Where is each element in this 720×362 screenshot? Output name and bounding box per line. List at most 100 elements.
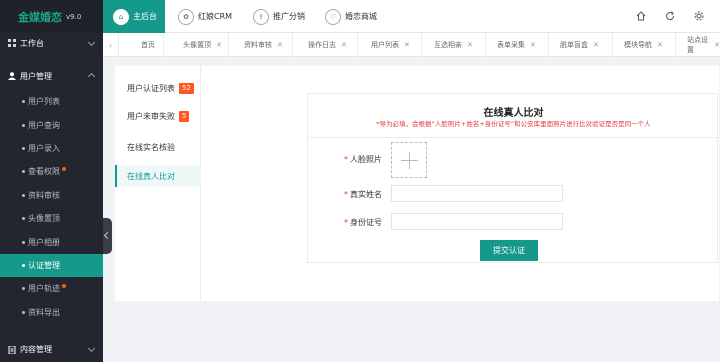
header-tab-main[interactable]: ⌂ 主后台 [103, 0, 165, 33]
home-button[interactable] [634, 9, 648, 23]
form-subtitle: *导为必填，会根据“人脸照片+姓名+身份证号”和公安库里面照片进行比对验证是否是… [376, 120, 651, 128]
tab-avatar-top[interactable]: 头像置顶 ✕ [164, 33, 229, 57]
sidebar-item-user-trace[interactable]: 用户轨迹 [0, 277, 103, 300]
bullet-icon [22, 100, 25, 104]
refresh-button[interactable] [663, 9, 677, 23]
close-icon[interactable]: ✕ [404, 41, 410, 49]
sidebar-group-workbench[interactable]: 工作台 [0, 33, 103, 53]
id-card-input[interactable] [391, 213, 563, 230]
sidebar-group-label: 工作台 [20, 38, 44, 48]
bullet-icon [22, 240, 25, 244]
idcard-label-text: 身份证号 [350, 218, 382, 227]
sidebar-item-label: 用户查询 [28, 120, 60, 130]
subnav-item-face-compare[interactable]: 在线真人比对 [115, 165, 201, 187]
tab-profile-review[interactable]: 资料审核 ✕ [229, 33, 293, 57]
sidebar-item-label: 查看权限 [28, 167, 60, 177]
submit-verification-button[interactable]: 提交认证 [480, 240, 538, 261]
settings-icon [694, 11, 704, 21]
subnav-item-label: 在线真人比对 [127, 171, 175, 181]
photo-label: * 人脸照片 [344, 154, 382, 165]
subnav-item-realname-verify[interactable]: 在线实名核验 [115, 136, 201, 158]
header-tab-label: 婚恋商城 [345, 12, 377, 21]
required-marker: * [344, 190, 348, 199]
header-tab-shop[interactable]: ♡ 婚恋商城 [325, 0, 377, 33]
header-tab-distribution[interactable]: ⇪ 推广分销 [253, 0, 305, 33]
sidebar-item-profile-review[interactable]: 资料审核 [0, 184, 103, 207]
sidebar-group-user-management[interactable]: 用户管理 [0, 65, 103, 87]
brand-name: 金媒婚恋 [18, 10, 62, 24]
sidebar-item-data-export[interactable]: 资料导出 [0, 301, 103, 324]
photo-label-text: 人脸照片 [350, 155, 382, 164]
notification-dot [62, 166, 66, 171]
close-icon[interactable]: ✕ [467, 41, 473, 49]
close-icon[interactable]: ✕ [714, 41, 720, 49]
bullet-icon [22, 217, 25, 221]
home-icon [636, 11, 646, 21]
tab-home[interactable]: 首页 [133, 33, 164, 57]
sidebar-item-user-list[interactable]: 用户列表 [0, 90, 103, 113]
name-label-text: 真实姓名 [350, 190, 382, 199]
header-tab-label: 红娘CRM [198, 12, 233, 21]
header-tab-crm[interactable]: ✿ 红娘CRM [178, 0, 232, 33]
tabs-scroll-left-button[interactable]: ‹ [103, 33, 119, 57]
sidebar: 金媒婚恋 v9.0 工作台 用户管理 用户列表 用户查询 用户录入 查看权限 资… [0, 0, 103, 362]
bullet-icon [22, 287, 25, 291]
tab-blind-box[interactable]: 脱单盲盒 ✕ [549, 33, 613, 57]
sidebar-item-label: 用户录入 [28, 143, 60, 153]
close-icon[interactable]: ✕ [277, 41, 283, 49]
count-badge: 52 [179, 82, 194, 94]
subnav-item-auth-list[interactable]: 用户认证列表 52 [115, 77, 201, 99]
tab-module-nav[interactable]: 模块导航 ✕ [613, 33, 676, 57]
close-icon[interactable]: ✕ [593, 41, 599, 49]
sidebar-item-user-query[interactable]: 用户查询 [0, 113, 103, 136]
sidebar-item-avatar-top[interactable]: 头像置顶 [0, 207, 103, 230]
subnav-item-review-failed[interactable]: 用户未审失败 5 [115, 105, 201, 127]
tab-label: 模块导航 [624, 41, 652, 49]
face-compare-form: 在线真人比对 *导为必填，会根据“人脸照片+姓名+身份证号”和公安库里面照片进行… [307, 93, 719, 263]
tab-label: 资料审核 [244, 41, 272, 49]
name-label: * 真实姓名 [344, 189, 382, 200]
close-icon[interactable]: ✕ [657, 41, 663, 49]
sidebar-item-user-entry[interactable]: 用户录入 [0, 137, 103, 160]
tab-user-list[interactable]: 用户列表 ✕ [358, 33, 422, 57]
tab-mutual-match[interactable]: 互选相亲 ✕ [422, 33, 486, 57]
real-name-input[interactable] [391, 185, 563, 202]
sidebar-item-user-album[interactable]: 用户相册 [0, 230, 103, 253]
sidebar-item-label: 认证管理 [28, 260, 60, 270]
close-icon[interactable]: ✕ [216, 41, 222, 49]
required-marker: * [344, 218, 348, 227]
close-icon[interactable]: ✕ [341, 41, 347, 49]
brand-version: v9.0 [66, 12, 82, 21]
app-root: 金媒婚恋 v9.0 工作台 用户管理 用户列表 用户查询 用户录入 查看权限 资… [0, 0, 720, 362]
sidebar-group-content-management[interactable]: 内容管理 [0, 339, 103, 360]
bullet-icon [22, 170, 25, 174]
tab-operation-log[interactable]: 操作日志 ✕ [293, 33, 358, 57]
tab-label: 操作日志 [308, 41, 336, 49]
header-tab-label: 主后台 [133, 12, 157, 21]
subnav-item-label: 在线实名核验 [127, 142, 175, 152]
tab-label: 头像置顶 [183, 41, 211, 49]
close-icon[interactable]: ✕ [530, 41, 536, 49]
sidebar-group-label: 内容管理 [20, 345, 52, 354]
chevron-down-icon [87, 38, 96, 47]
auth-subnav: 用户认证列表 52 用户未审失败 5 在线实名核验 在线真人比对 [115, 66, 201, 301]
bullet-icon [22, 310, 25, 314]
bullet-icon [22, 146, 25, 150]
brand: 金媒婚恋 v9.0 [0, 0, 103, 33]
sidebar-item-label: 用户相册 [28, 237, 60, 247]
bullet-icon [22, 193, 25, 197]
bullet-icon [22, 123, 25, 127]
share-icon: ⇪ [253, 8, 269, 25]
sidebar-item-auth-management[interactable]: 认证管理 [0, 253, 103, 278]
sidebar-collapse-toggle[interactable] [103, 218, 112, 254]
tab-site-settings[interactable]: 站点设置 ✕ [676, 33, 720, 57]
header-tab-label: 推广分销 [273, 12, 305, 21]
sidebar-item-view-permission[interactable]: 查看权限 [0, 160, 103, 183]
face-photo-uploader[interactable] [391, 142, 427, 178]
idcard-label: * 身份证号 [344, 217, 382, 228]
tab-label: 脱单盲盒 [560, 41, 588, 49]
divider [308, 137, 719, 138]
tab-form-collection[interactable]: 表单采集 ✕ [486, 33, 549, 57]
settings-button[interactable] [692, 9, 706, 23]
sidebar-group-label: 用户管理 [20, 71, 52, 81]
